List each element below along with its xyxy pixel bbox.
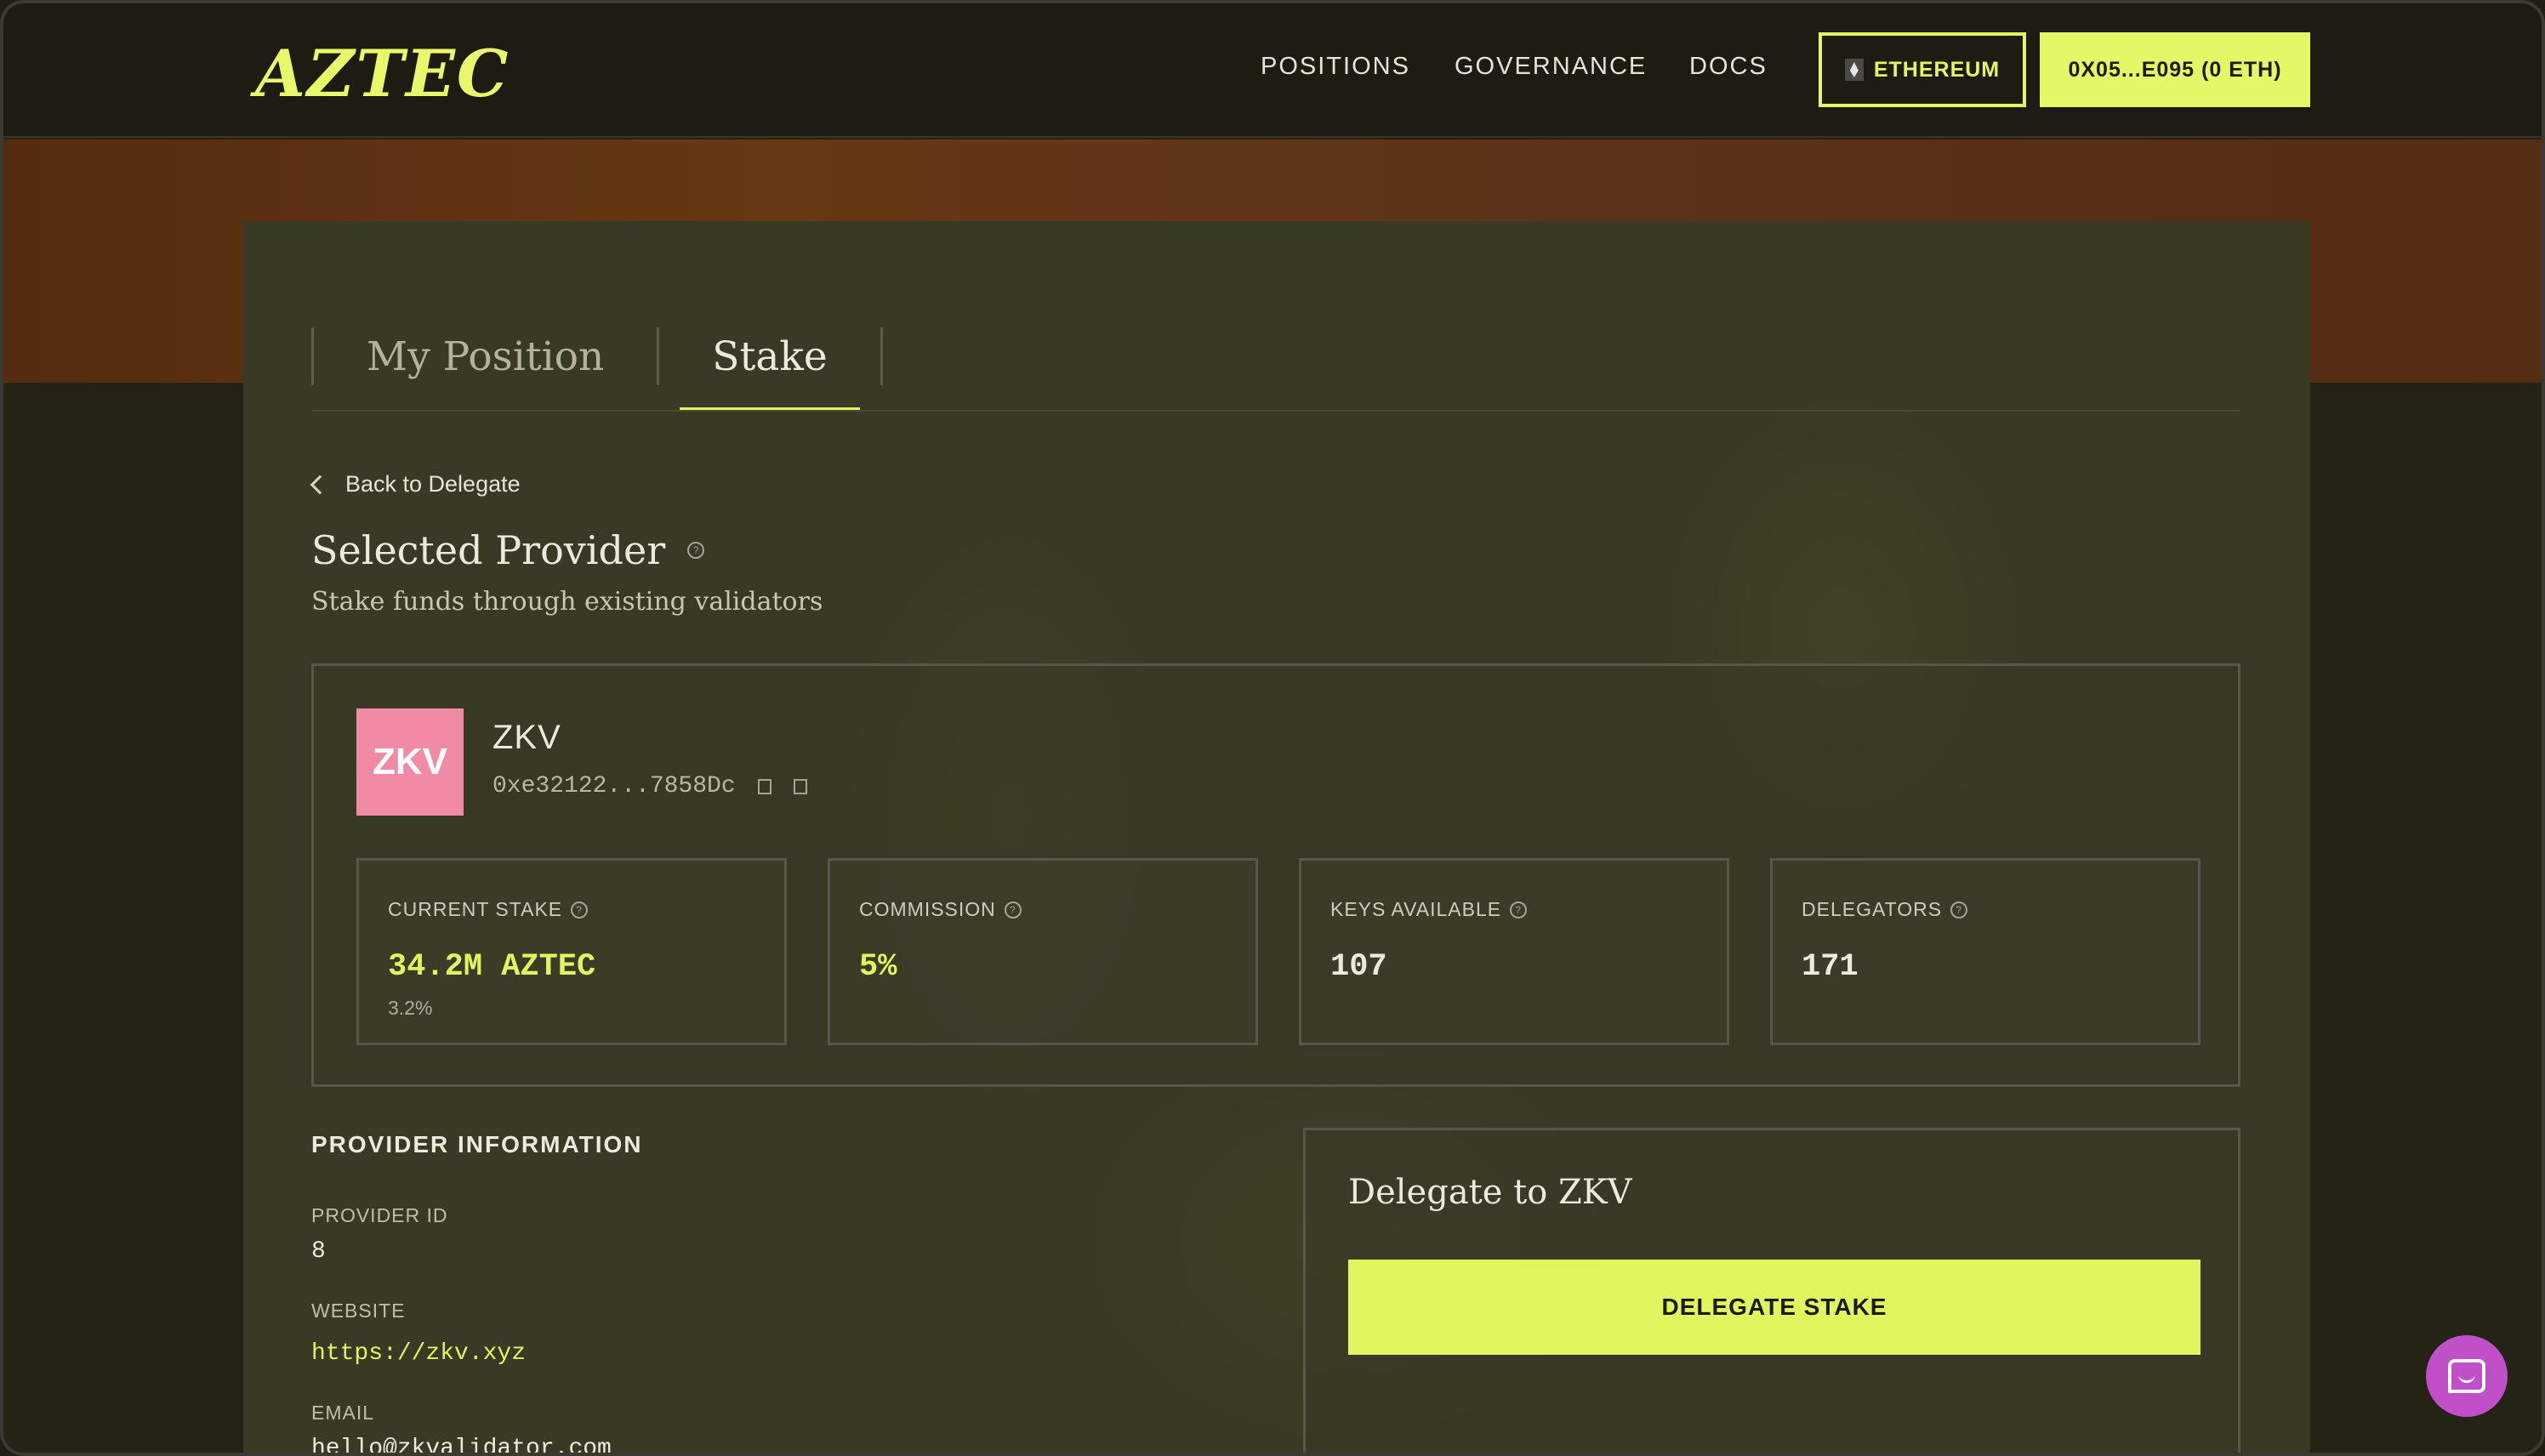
help-icon[interactable]: ? [1510, 901, 1528, 919]
stat-label: DELEGATORS ? [1802, 898, 1968, 921]
stat-value: 171 [1802, 949, 1859, 985]
website-label: WEBSITE [311, 1300, 406, 1322]
nav-link-governance[interactable]: GOVERNANCE [1455, 53, 1647, 81]
stat-current-stake: CURRENT STAKE ? 34.2M AZTEC 3.2% [356, 858, 787, 1045]
stat-value: 34.2M AZTEC [388, 949, 596, 985]
provider-name: ZKV [492, 719, 561, 756]
tabs-underline [311, 410, 2240, 412]
provider-address-text: 0xe32122...7858Dc [492, 773, 736, 799]
chat-icon [2448, 1359, 2485, 1393]
external-link-icon[interactable] [793, 778, 807, 794]
provider-card: ZKV ZKV 0xe32122...7858Dc CURRENT STAKE … [311, 663, 2240, 1087]
tab-my-position[interactable]: My Position [314, 327, 657, 386]
copy-icon[interactable] [757, 778, 771, 794]
stat-label: CURRENT STAKE ? [388, 898, 589, 921]
help-icon[interactable]: ? [1950, 901, 1968, 919]
nav-link-docs[interactable]: DOCS [1689, 53, 1768, 81]
page-title-text: Selected Provider [311, 527, 666, 573]
stat-label-text: DELEGATORS [1802, 898, 1943, 920]
wallet-label: 0X05...E095 (0 ETH) [2068, 57, 2282, 82]
tab-bar: My Position Stake [311, 327, 883, 412]
aztec-logo[interactable]: AZTEC [255, 36, 510, 111]
stat-delegators: DELEGATORS ? 171 [1770, 858, 2201, 1045]
page-title: Selected Provider ? [311, 527, 705, 573]
app-window: AZTEC POSITIONS GOVERNANCE DOCS ETHEREUM… [0, 0, 2545, 1456]
back-label: Back to Delegate [345, 471, 521, 497]
email-label: EMAIL [311, 1402, 375, 1424]
chat-button[interactable] [2426, 1335, 2508, 1417]
stat-commission: COMMISSION ? 5% [828, 858, 1258, 1045]
provider-logo: ZKV [356, 708, 464, 816]
provider-info-heading: PROVIDER INFORMATION [311, 1131, 643, 1157]
tab-stake[interactable]: Stake [680, 327, 861, 412]
tab-divider [657, 327, 660, 385]
back-to-delegate-link[interactable]: Back to Delegate [310, 471, 521, 498]
network-label: ETHEREUM [1873, 57, 2001, 82]
stat-label: COMMISSION ? [859, 898, 1022, 921]
stat-label: KEYS AVAILABLE ? [1330, 898, 1528, 921]
help-icon[interactable]: ? [687, 542, 705, 559]
stat-sub: 3.2% [388, 997, 433, 1019]
stat-value: 107 [1330, 949, 1387, 985]
delegate-card: Delegate to ZKV DELEGATE STAKE [1303, 1128, 2240, 1453]
delegate-title: Delegate to ZKV [1348, 1173, 1632, 1212]
website-link[interactable]: https://zkv.xyz [311, 1340, 526, 1367]
top-navigation: AZTEC POSITIONS GOVERNANCE DOCS ETHEREUM… [3, 3, 2542, 138]
provider-id-label: PROVIDER ID [311, 1204, 448, 1226]
tab-divider [880, 327, 883, 385]
nav-link-positions[interactable]: POSITIONS [1261, 53, 1410, 81]
delegate-stake-button[interactable]: DELEGATE STAKE [1348, 1260, 2201, 1355]
stat-label-text: CURRENT STAKE [388, 898, 563, 920]
chevron-left-icon [310, 475, 330, 494]
provider-address: 0xe32122...7858Dc [492, 773, 807, 799]
ethereum-icon [1844, 59, 1864, 81]
stat-label-text: KEYS AVAILABLE [1330, 898, 1502, 920]
provider-id-value: 8 [311, 1238, 326, 1265]
email-value[interactable]: hello@zkvalidator.com [311, 1436, 612, 1453]
help-icon[interactable]: ? [571, 901, 589, 919]
wallet-button[interactable]: 0X05...E095 (0 ETH) [2040, 32, 2310, 107]
stat-label-text: COMMISSION [859, 898, 996, 920]
help-icon[interactable]: ? [1004, 901, 1022, 919]
page-subtitle: Stake funds through existing validators [311, 587, 823, 617]
stat-value: 5% [859, 949, 897, 985]
network-button[interactable]: ETHEREUM [1819, 32, 2026, 107]
stat-keys-available: KEYS AVAILABLE ? 107 [1299, 858, 1729, 1045]
